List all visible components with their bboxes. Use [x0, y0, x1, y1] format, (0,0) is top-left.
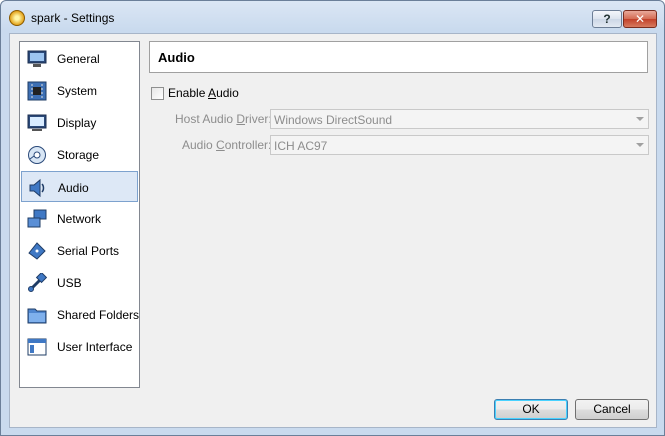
sidebar-item-serial-ports[interactable]: Serial Ports: [21, 235, 138, 266]
network-icon: [27, 209, 47, 228]
sidebar-item-storage[interactable]: Storage: [21, 139, 138, 170]
sidebar-item-label: Audio: [58, 181, 89, 195]
enable-audio-label[interactable]: Enable Audio: [168, 86, 239, 100]
monitor-icon: [27, 50, 47, 67]
close-button[interactable]: ✕: [623, 10, 657, 28]
cancel-button[interactable]: Cancel: [575, 399, 649, 420]
sidebar-item-shared-folders[interactable]: Shared Folders: [21, 299, 140, 330]
sidebar-item-user-interface[interactable]: User Interface: [21, 331, 138, 362]
audio-controller-value: ICH AC97: [274, 139, 328, 153]
sidebar-item-label: General: [57, 52, 100, 66]
host-audio-driver-value: Windows DirectSound: [274, 113, 393, 127]
sidebar-item-display[interactable]: Display: [21, 107, 138, 138]
sidebar-item-system[interactable]: System: [21, 75, 138, 106]
ok-button[interactable]: OK: [494, 399, 568, 420]
sidebar-item-label: User Interface: [57, 340, 133, 354]
sidebar-item-network[interactable]: Network: [21, 203, 138, 234]
usb-icon: [28, 273, 47, 292]
page-header: Audio: [149, 41, 648, 73]
sidebar-item-audio[interactable]: Audio: [21, 171, 138, 202]
dialog-body: General System Display Storage Audio Net…: [9, 33, 657, 428]
display-icon: [27, 114, 47, 131]
chevron-down-icon: [636, 117, 644, 121]
host-audio-driver-label: Host Audio Driver:: [175, 112, 272, 126]
host-audio-driver-select[interactable]: Windows DirectSound: [270, 109, 649, 129]
sidebar-item-label: USB: [57, 276, 82, 290]
serial-port-icon: [28, 242, 46, 260]
window-icon: [27, 338, 47, 356]
folder-icon: [27, 308, 47, 324]
sidebar-item-general[interactable]: General: [21, 43, 138, 74]
sidebar-item-label: Storage: [57, 148, 100, 162]
disk-icon: [28, 146, 46, 164]
sidebar-item-label: System: [57, 84, 98, 98]
settings-sidebar: General System Display Storage Audio Net…: [19, 41, 140, 388]
sidebar-item-label: Network: [57, 212, 102, 226]
sidebar-item-usb[interactable]: USB: [21, 267, 138, 298]
sidebar-item-label: Serial Ports: [57, 244, 120, 258]
title-bar: spark - Settings ? ✕: [1, 1, 664, 35]
sidebar-item-label: Shared Folders: [57, 308, 140, 322]
window-title: spark - Settings: [31, 11, 115, 25]
settings-window: spark - Settings ? ✕ General System Disp…: [0, 0, 665, 436]
virtualbox-app-icon: [9, 10, 25, 26]
chip-icon: [27, 81, 47, 101]
sidebar-item-label: Display: [57, 116, 97, 130]
speaker-icon: [29, 178, 45, 198]
audio-controller-select[interactable]: ICH AC97: [270, 135, 649, 155]
page-title: Audio: [158, 50, 195, 65]
help-button[interactable]: ?: [592, 10, 622, 28]
audio-controller-label: Audio Controller:: [182, 138, 272, 152]
enable-audio-checkbox[interactable]: [151, 87, 164, 100]
chevron-down-icon: [636, 143, 644, 147]
